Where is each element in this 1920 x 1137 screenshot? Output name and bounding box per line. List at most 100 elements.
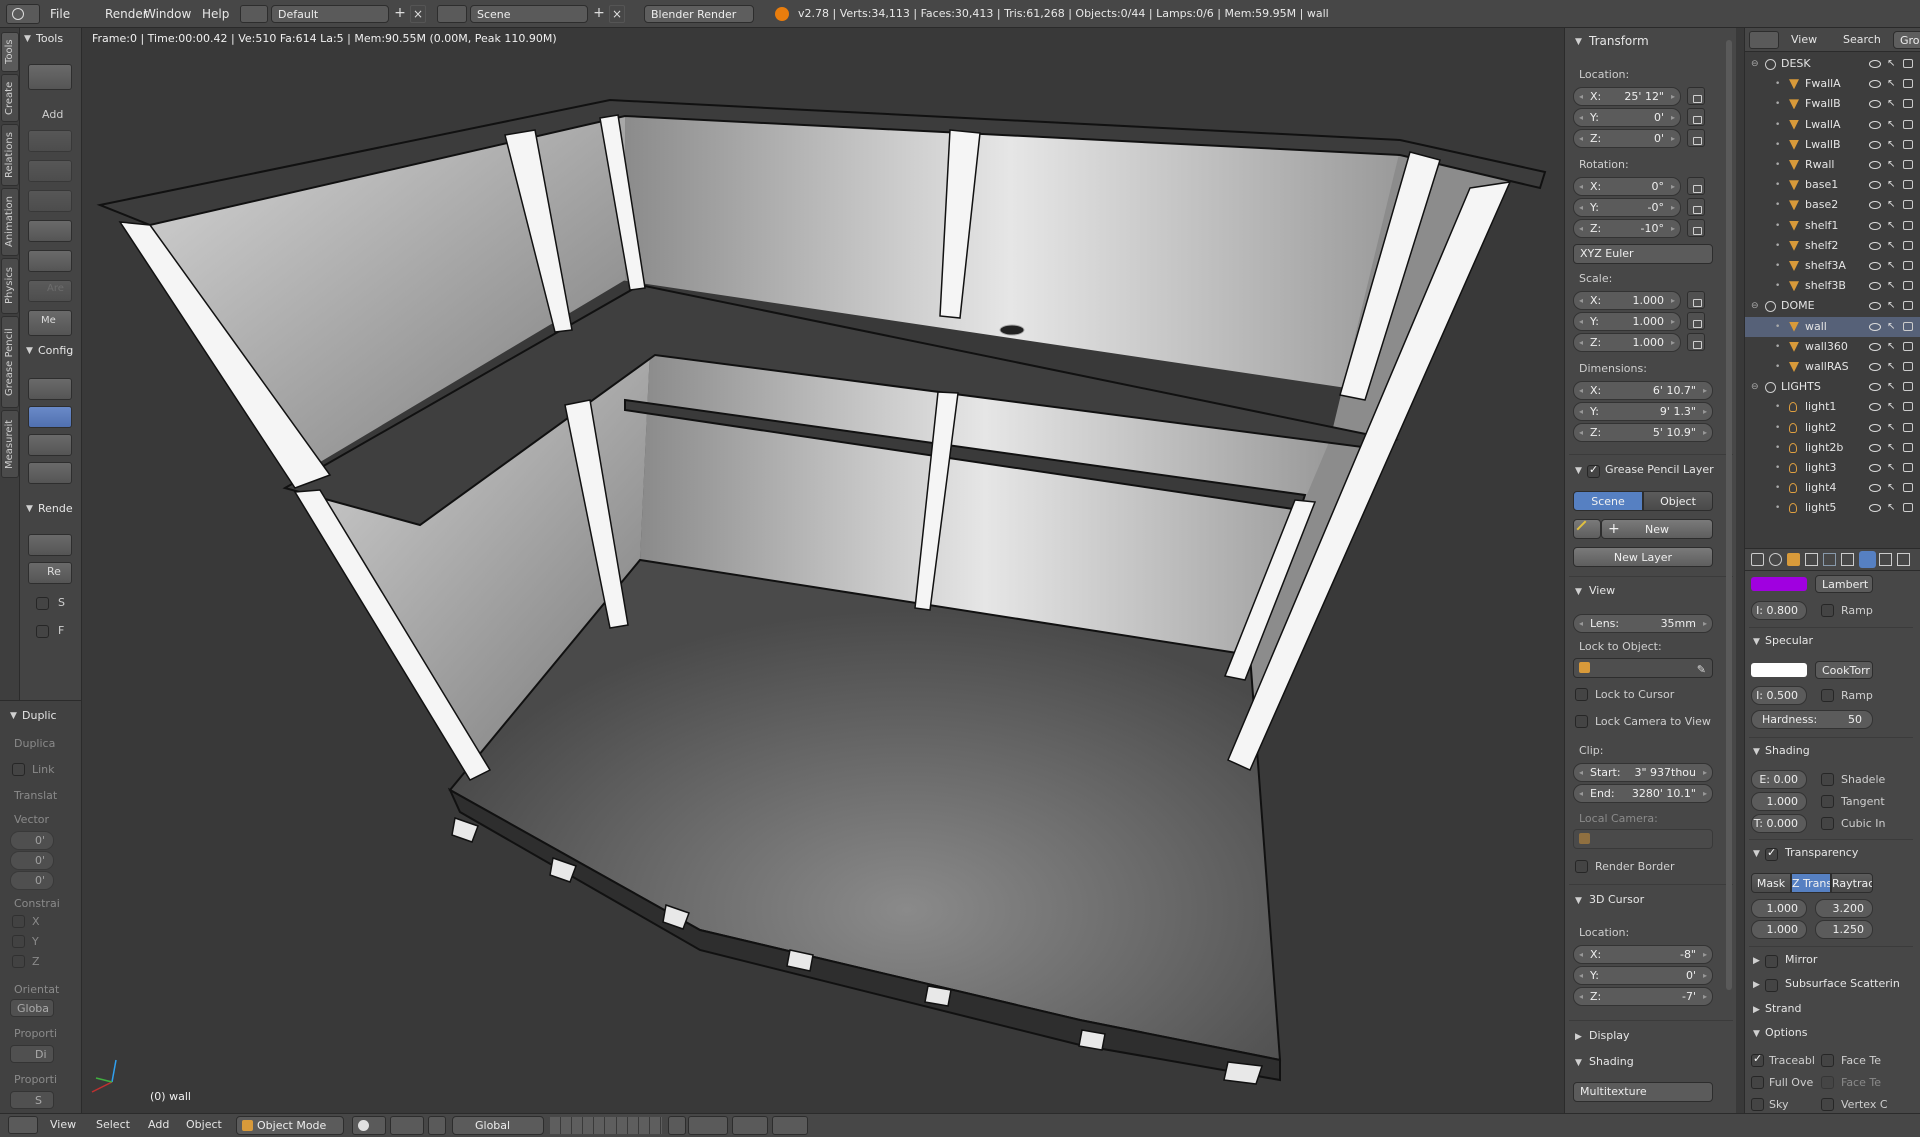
- selectability-cursor-icon[interactable]: ↖: [1887, 99, 1895, 109]
- selectability-cursor-icon[interactable]: ↖: [1887, 503, 1895, 513]
- menu-file[interactable]: File: [50, 0, 70, 28]
- tree-dot-icon[interactable]: •: [1775, 317, 1780, 337]
- outliner-row[interactable]: ⊖ DESK ↖: [1745, 54, 1920, 74]
- renderability-camera-icon[interactable]: [1903, 220, 1913, 230]
- config-button-4[interactable]: [28, 462, 72, 484]
- outliner-menu-view[interactable]: View: [1791, 33, 1817, 46]
- lock-camera-checkbox[interactable]: [1575, 715, 1588, 728]
- outliner-row[interactable]: • light3 ↖: [1745, 458, 1920, 478]
- snap-toggle[interactable]: [668, 1116, 686, 1135]
- outliner-row[interactable]: • base1 ↖: [1745, 175, 1920, 195]
- snap-element-button[interactable]: [688, 1116, 728, 1135]
- mirror-header[interactable]: Mirror: [1785, 953, 1817, 966]
- tab-physics[interactable]: Physics: [1, 258, 19, 314]
- transparency-fresnel-field[interactable]: 3.200: [1815, 899, 1873, 918]
- expand-icon[interactable]: ▶: [1575, 1032, 1582, 1042]
- specular-shader-dropdown[interactable]: CookTorr: [1815, 661, 1873, 679]
- editor-type-info-button[interactable]: [6, 4, 40, 24]
- scene-tab-icon[interactable]: [1769, 553, 1782, 566]
- visibility-eye-icon[interactable]: [1869, 322, 1881, 331]
- expand-icon[interactable]: ▶: [1753, 980, 1760, 990]
- tree-dot-icon[interactable]: •: [1775, 397, 1780, 417]
- pivot-point-button[interactable]: [390, 1116, 424, 1135]
- vertex-color-light-checkbox[interactable]: [1821, 1098, 1834, 1111]
- full-oversampling-checkbox[interactable]: [1751, 1076, 1764, 1089]
- outliner-row[interactable]: • shelf1 ↖: [1745, 216, 1920, 236]
- tree-dot-icon[interactable]: •: [1775, 115, 1780, 135]
- edit-tool-button-1[interactable]: [28, 130, 72, 152]
- object-tab-icon[interactable]: [1787, 553, 1800, 566]
- collapse-icon[interactable]: ▼: [1575, 37, 1582, 47]
- orientation-dropdown[interactable]: Globa: [10, 999, 54, 1017]
- visibility-eye-icon[interactable]: [1869, 140, 1881, 149]
- selectability-cursor-icon[interactable]: ↖: [1887, 281, 1895, 291]
- shading-mode-dropdown[interactable]: Multitexture: [1573, 1082, 1713, 1102]
- render-checkbox-s[interactable]: [36, 597, 49, 610]
- render-button-1[interactable]: [28, 534, 72, 556]
- config-panel-header[interactable]: Config: [38, 344, 73, 357]
- tab-grease-pencil[interactable]: Grease Pencil: [1, 316, 19, 408]
- lock-to-cursor-checkbox[interactable]: [1575, 688, 1588, 701]
- shading-header[interactable]: Shading: [1765, 744, 1810, 757]
- grease-pencil-header[interactable]: Grease Pencil Layer: [1605, 463, 1714, 476]
- renderability-camera-icon[interactable]: [1903, 341, 1913, 351]
- editor-type-3d-button[interactable]: [8, 1116, 38, 1134]
- lock-location-x-icon[interactable]: [1687, 87, 1705, 105]
- visibility-eye-icon[interactable]: [1869, 201, 1881, 210]
- tree-dot-icon[interactable]: •: [1775, 478, 1780, 498]
- visibility-eye-icon[interactable]: [1869, 383, 1881, 392]
- visibility-eye-icon[interactable]: [1869, 363, 1881, 371]
- tree-dot-icon[interactable]: •: [1775, 195, 1780, 215]
- tangent-checkbox[interactable]: [1821, 795, 1834, 808]
- strand-header[interactable]: Strand: [1765, 1002, 1802, 1015]
- lock-rotation-x-icon[interactable]: [1687, 177, 1705, 195]
- expand-icon[interactable]: ⊖: [1751, 296, 1759, 316]
- selectability-cursor-icon[interactable]: ↖: [1887, 321, 1895, 332]
- tree-dot-icon[interactable]: •: [1775, 418, 1780, 438]
- render-border-checkbox[interactable]: [1575, 860, 1588, 873]
- lock-scale-z-icon[interactable]: [1687, 333, 1705, 351]
- visibility-eye-icon[interactable]: [1869, 262, 1881, 270]
- gp-object-toggle[interactable]: Object: [1643, 491, 1713, 511]
- tools-panel-header[interactable]: Tools: [36, 32, 63, 45]
- expand-icon[interactable]: ⊖: [1751, 54, 1759, 74]
- gp-scene-toggle[interactable]: Scene: [1573, 491, 1643, 511]
- lock-rotation-z-icon[interactable]: [1687, 219, 1705, 237]
- selectability-cursor-icon[interactable]: ↖: [1887, 341, 1895, 352]
- rotation-mode-dropdown[interactable]: XYZ Euler: [1573, 244, 1713, 264]
- renderability-camera-icon[interactable]: [1903, 402, 1913, 412]
- location-y-field[interactable]: ◂ Y: 0' ▸: [1573, 108, 1681, 127]
- diffuse-color-swatch[interactable]: [1751, 577, 1807, 591]
- interaction-mode-dropdown[interactable]: Object Mode: [236, 1116, 344, 1135]
- cursor-x-field[interactable]: ◂ X: -8" ▸: [1573, 945, 1713, 964]
- renderability-camera-icon[interactable]: [1903, 463, 1913, 472]
- hardness-field[interactable]: Hardness: 50: [1751, 710, 1873, 729]
- lock-location-y-icon[interactable]: [1687, 108, 1705, 126]
- menu-add[interactable]: Add: [148, 1118, 169, 1131]
- visibility-eye-icon[interactable]: [1869, 60, 1881, 68]
- tree-dot-icon[interactable]: •: [1775, 498, 1780, 518]
- diffuse-intensity-field[interactable]: I: 0.800: [1751, 601, 1807, 620]
- renderability-camera-icon[interactable]: [1903, 503, 1913, 513]
- tree-dot-icon[interactable]: •: [1775, 94, 1780, 114]
- transparency-checkbox[interactable]: [1765, 846, 1778, 861]
- selectability-cursor-icon[interactable]: ↖: [1887, 301, 1895, 311]
- transparency-alpha-field[interactable]: 1.000: [1751, 899, 1807, 918]
- menu-window[interactable]: Window: [144, 0, 191, 28]
- tab-animation[interactable]: Animation: [1, 188, 19, 256]
- collapse-icon[interactable]: ▼: [1575, 1058, 1582, 1068]
- renderability-camera-icon[interactable]: [1903, 99, 1913, 109]
- selectability-cursor-icon[interactable]: ↖: [1887, 483, 1895, 493]
- outliner-row[interactable]: • light5 ↖: [1745, 498, 1920, 518]
- ambient-field[interactable]: 1.000: [1751, 792, 1807, 811]
- collapse-icon[interactable]: ▼: [1753, 637, 1760, 647]
- 3d-viewport[interactable]: Frame:0 | Time:00:00.42 | Ve:510 Fa:614 …: [82, 28, 1564, 1113]
- translucency-field[interactable]: T: 0.000: [1751, 814, 1807, 833]
- outliner-row[interactable]: • base2 ↖: [1745, 195, 1920, 215]
- menu-render[interactable]: Render: [105, 0, 148, 28]
- renderability-camera-icon[interactable]: [1903, 301, 1913, 311]
- tree-dot-icon[interactable]: •: [1775, 357, 1780, 377]
- edit-tool-button-5[interactable]: [28, 250, 72, 272]
- gp-pencil-selector[interactable]: [1573, 519, 1601, 539]
- selectability-cursor-icon[interactable]: ↖: [1887, 240, 1895, 251]
